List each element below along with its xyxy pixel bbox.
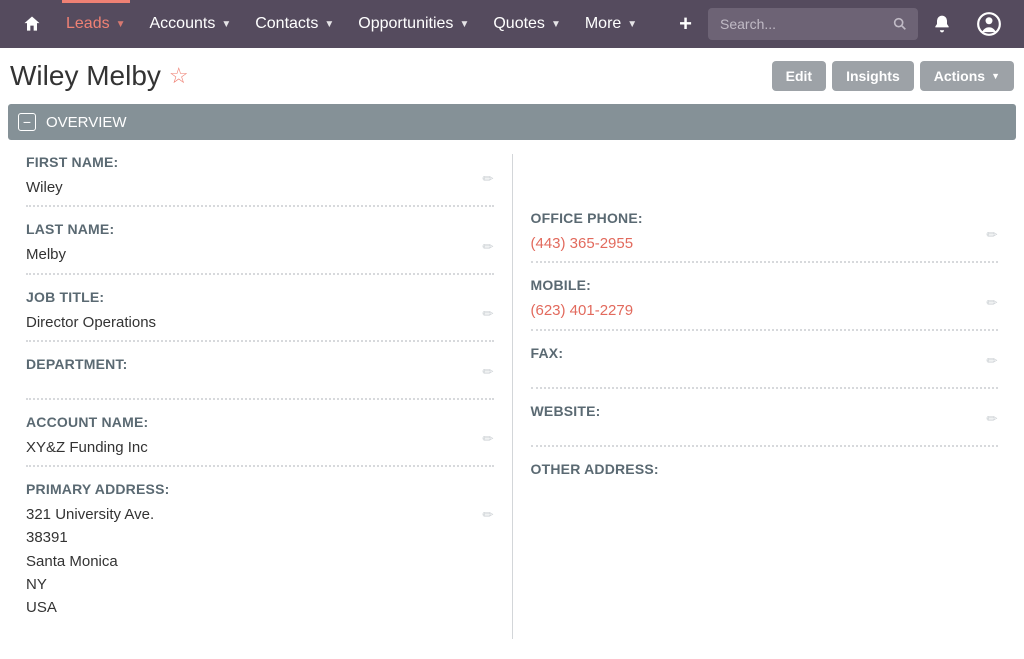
field-value[interactable]: (623) 401-2279: [531, 299, 999, 330]
field-last-name: LAST NAME: Melby ✎: [26, 221, 494, 274]
field-label: MOBILE:: [531, 277, 999, 293]
right-column: OFFICE PHONE: (443) 365-2955 ✎ MOBILE: (…: [513, 154, 1017, 639]
add-icon[interactable]: +: [667, 11, 704, 37]
bell-icon[interactable]: [922, 14, 962, 34]
field-value[interactable]: 321 University Ave. 38391 Santa Monica N…: [26, 503, 494, 625]
field-value[interactable]: XY&Z Funding Inc: [26, 436, 494, 467]
nav-label: Quotes: [493, 15, 545, 33]
chevron-down-icon: ▼: [459, 19, 469, 30]
home-icon[interactable]: [12, 0, 52, 48]
field-value[interactable]: [531, 367, 999, 389]
field-value[interactable]: Wiley: [26, 176, 494, 207]
field-fax: FAX: ✎: [531, 345, 999, 389]
insights-button[interactable]: Insights: [832, 61, 914, 91]
field-label: OFFICE PHONE:: [531, 210, 999, 226]
field-value[interactable]: [26, 378, 494, 400]
field-primary-address: PRIMARY ADDRESS: 321 University Ave. 383…: [26, 481, 494, 625]
field-job-title: JOB TITLE: Director Operations ✎: [26, 289, 494, 342]
field-website: WEBSITE: ✎: [531, 403, 999, 447]
overview-panel: FIRST NAME: Wiley ✎ LAST NAME: Melby ✎ J…: [0, 140, 1024, 659]
field-value[interactable]: Melby: [26, 243, 494, 274]
field-label: FAX:: [531, 345, 999, 361]
search-wrap: [708, 8, 918, 40]
chevron-down-icon: ▼: [627, 19, 637, 30]
top-navbar: Leads ▼ Accounts ▼ Contacts ▼ Opportunit…: [0, 0, 1024, 48]
field-other-address: OTHER ADDRESS:: [531, 461, 999, 505]
nav-label: Opportunities: [358, 15, 453, 33]
star-icon[interactable]: ☆: [169, 63, 189, 89]
field-first-name: FIRST NAME: Wiley ✎: [26, 154, 494, 207]
nav-leads[interactable]: Leads ▼: [56, 0, 136, 48]
nav-label: More: [585, 15, 621, 33]
field-value[interactable]: (443) 365-2955: [531, 232, 999, 263]
actions-button[interactable]: Actions▼: [920, 61, 1014, 91]
field-label: PRIMARY ADDRESS:: [26, 481, 494, 497]
page-title: Wiley Melby: [10, 60, 161, 92]
left-column: FIRST NAME: Wiley ✎ LAST NAME: Melby ✎ J…: [8, 154, 513, 639]
chevron-down-icon: ▼: [221, 19, 231, 30]
nav-label: Accounts: [150, 15, 216, 33]
field-label: OTHER ADDRESS:: [531, 461, 999, 477]
edit-button[interactable]: Edit: [772, 61, 826, 91]
nav-opportunities[interactable]: Opportunities ▼: [348, 0, 479, 48]
field-value[interactable]: [531, 425, 999, 447]
nav-more[interactable]: More ▼: [575, 0, 647, 48]
field-label: WEBSITE:: [531, 403, 999, 419]
search-input[interactable]: [708, 8, 918, 40]
overview-section-header: − OVERVIEW: [8, 104, 1016, 140]
field-value[interactable]: [531, 483, 999, 505]
nav-accounts[interactable]: Accounts ▼: [140, 0, 242, 48]
profile-icon[interactable]: [966, 11, 1012, 37]
field-label: JOB TITLE:: [26, 289, 494, 305]
nav-contacts[interactable]: Contacts ▼: [245, 0, 344, 48]
field-label: ACCOUNT NAME:: [26, 414, 494, 430]
nav-quotes[interactable]: Quotes ▼: [483, 0, 571, 48]
nav-label: Contacts: [255, 15, 318, 33]
field-account-name: ACCOUNT NAME: XY&Z Funding Inc ✎: [26, 414, 494, 467]
chevron-down-icon: ▼: [116, 19, 126, 30]
chevron-down-icon: ▼: [991, 71, 1000, 81]
collapse-toggle[interactable]: −: [18, 113, 36, 131]
nav-label: Leads: [66, 15, 110, 33]
field-mobile: MOBILE: (623) 401-2279 ✎: [531, 277, 999, 330]
field-office-phone: OFFICE PHONE: (443) 365-2955 ✎: [531, 210, 999, 263]
field-label: DEPARTMENT:: [26, 356, 494, 372]
chevron-down-icon: ▼: [551, 19, 561, 30]
field-value[interactable]: Director Operations: [26, 311, 494, 342]
field-label: LAST NAME:: [26, 221, 494, 237]
field-label: FIRST NAME:: [26, 154, 494, 170]
page-header: Wiley Melby ☆ Edit Insights Actions▼: [0, 48, 1024, 104]
field-department: DEPARTMENT: ✎: [26, 356, 494, 400]
overview-title: OVERVIEW: [46, 114, 127, 131]
chevron-down-icon: ▼: [324, 19, 334, 30]
